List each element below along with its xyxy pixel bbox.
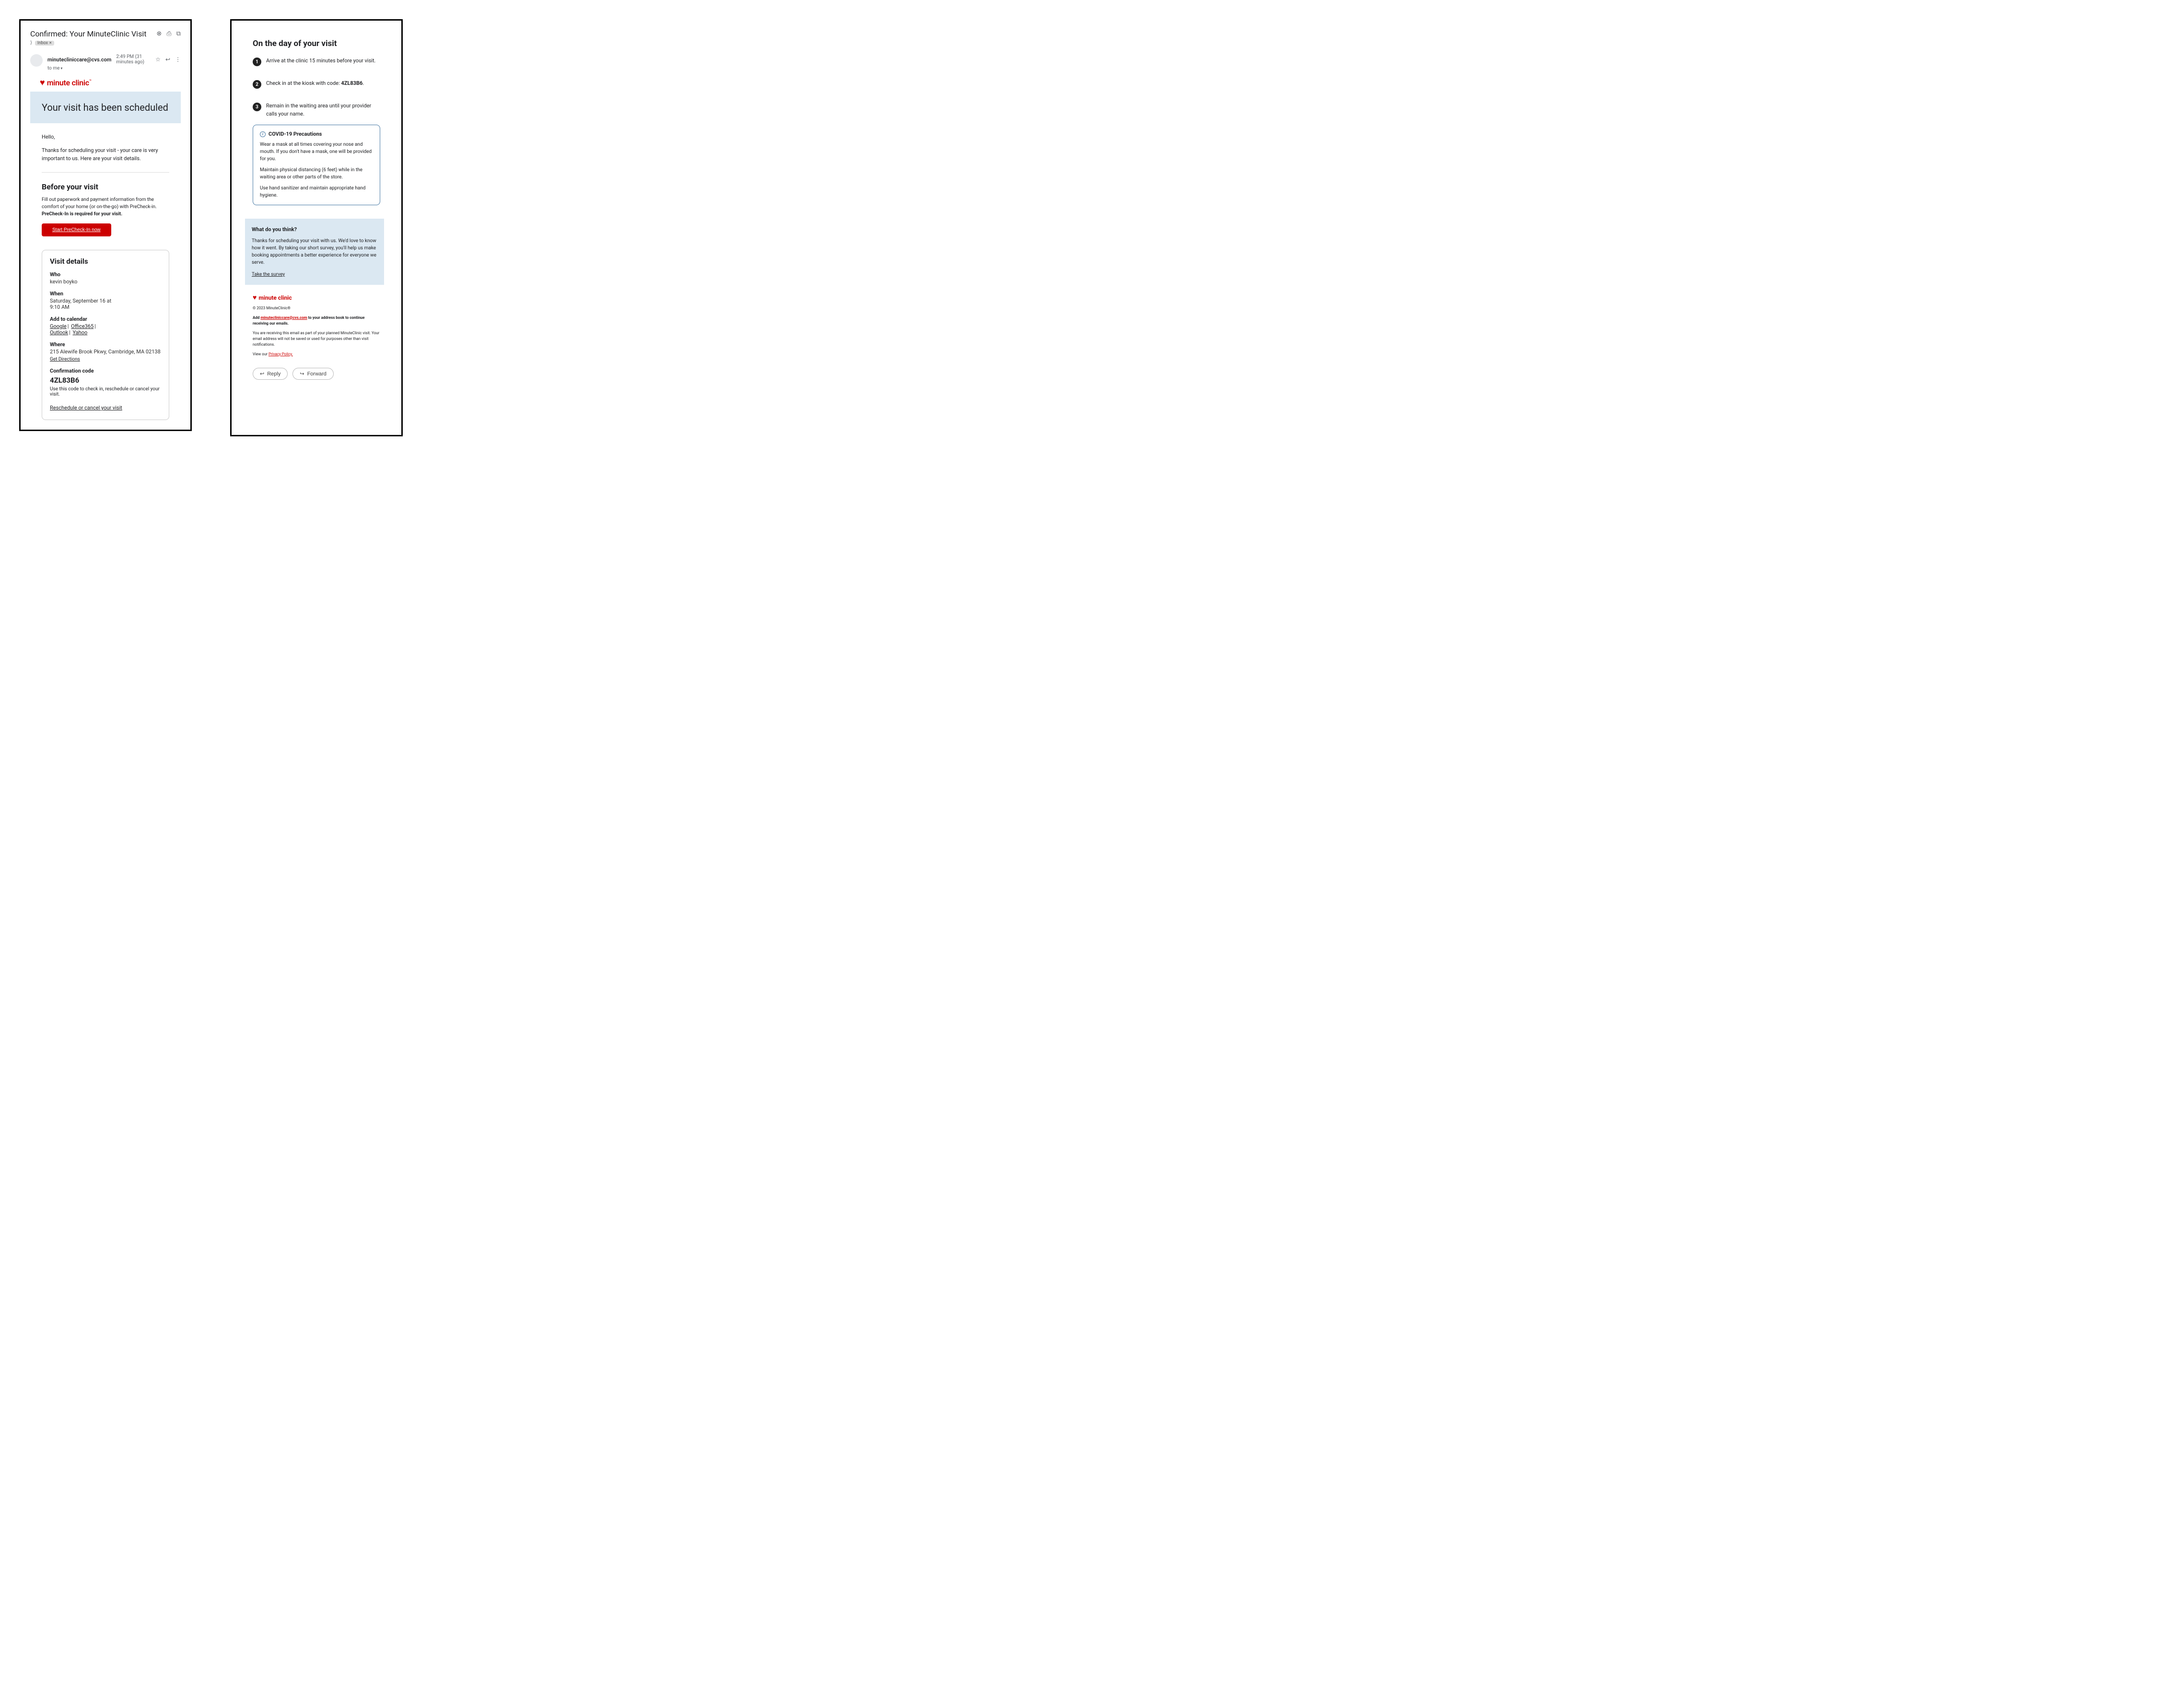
start-precheckin-button[interactable]: Start PreCheck-In now — [42, 223, 111, 236]
sender-email[interactable]: minutecliniccare@cvs.com — [47, 57, 111, 63]
privacy-policy-link[interactable]: Privacy Policy. — [269, 352, 293, 356]
where-label: Where — [50, 341, 161, 348]
more-icon[interactable]: ⋮ — [175, 56, 181, 63]
star-icon[interactable]: ☆ — [155, 56, 161, 63]
who-value: kevin boyko — [50, 279, 161, 285]
label-important-icon[interactable]: ⟩ — [30, 40, 32, 46]
divider — [42, 172, 169, 173]
two-panel-layout: Confirmed: Your MinuteClinic Visit ⊗ ⎙ ⧉… — [19, 19, 2165, 436]
footer-copyright: © 2023 MinuteClinic® — [253, 305, 380, 311]
footer-brand: ♥ minute clinic — [253, 293, 380, 302]
visit-details-card: Visit details Who kevin boyko When Satur… — [42, 250, 169, 420]
survey-box: What do you think? Thanks for scheduling… — [245, 219, 384, 285]
print-icon[interactable]: ⎙ — [166, 30, 171, 37]
reply-icon[interactable]: ↩ — [165, 56, 170, 63]
sender-avatar[interactable] — [30, 54, 43, 67]
step-2-text: Check in at the kiosk with code: 4ZL83B6… — [266, 80, 364, 88]
when-label: When — [50, 291, 161, 297]
open-new-window-icon[interactable]: ⧉ — [176, 30, 181, 37]
survey-body: Thanks for scheduling your visit with us… — [252, 237, 377, 266]
email-view-right: On the day of your visit 1 Arrive at the… — [230, 19, 403, 436]
step-3: 3 Remain in the waiting area until your … — [253, 102, 380, 118]
confirmation-code-value: 4ZL83B6 — [50, 376, 161, 385]
reschedule-cancel-link[interactable]: Reschedule or cancel your visit — [50, 405, 122, 411]
day-of-visit-heading: On the day of your visit — [253, 39, 380, 48]
survey-heading: What do you think? — [252, 226, 377, 233]
step-2: 2 Check in at the kiosk with code: 4ZL83… — [253, 80, 380, 89]
covid-title: i COVID-19 Precautions — [260, 131, 373, 137]
covid-p1: Wear a mask at all times covering your n… — [260, 141, 373, 163]
footer-brand-text: minute clinic — [258, 294, 292, 301]
header-action-icons: ⊗ ⎙ ⧉ — [156, 30, 181, 37]
calendar-yahoo-link[interactable]: Yahoo — [72, 329, 87, 336]
reply-arrow-icon: ↩ — [260, 371, 264, 377]
get-directions-link[interactable]: Get Directions — [50, 357, 80, 362]
who-label: Who — [50, 271, 161, 278]
visit-details-heading: Visit details — [50, 257, 161, 266]
covid-p3: Use hand sanitizer and maintain appropri… — [260, 185, 373, 199]
forward-button[interactable]: ↪Forward — [292, 368, 334, 380]
when-value: Saturday, September 16 at 9:10 AM — [50, 298, 161, 310]
email-timestamp: 2:49 PM (31 minutes ago) — [116, 54, 148, 65]
email-footer: ♥ minute clinic © 2023 MinuteClinic® Add… — [253, 293, 380, 357]
sender-meta: minutecliniccare@cvs.com 2:49 PM (31 min… — [47, 54, 181, 71]
calendar-google-link[interactable]: Google — [50, 323, 67, 329]
info-icon: i — [260, 131, 266, 137]
recipient-line[interactable]: to me — [47, 66, 181, 71]
email-subject: Confirmed: Your MinuteClinic Visit — [30, 29, 146, 38]
before-visit-heading: Before your visit — [42, 182, 169, 191]
before-visit-text: Fill out paperwork and payment informati… — [42, 196, 169, 218]
step-1: 1 Arrive at the clinic 15 minutes before… — [253, 57, 380, 66]
footer-sender-email-link[interactable]: minutecliniccare@cvs.com — [260, 316, 307, 320]
step-number-1: 1 — [253, 58, 261, 66]
calendar-office365-link[interactable]: Office365 — [71, 323, 93, 329]
subject-row: Confirmed: Your MinuteClinic Visit ⊗ ⎙ ⧉ — [30, 29, 181, 38]
heart-icon: ♥ — [40, 78, 45, 88]
confirmation-code-label: Confirmation code — [50, 368, 161, 374]
footer-addressbook: Add minutecliniccare@cvs.com to your add… — [253, 315, 380, 327]
covid-info-box: i COVID-19 Precautions Wear a mask at al… — [253, 125, 380, 205]
inbox-label-chip[interactable]: Inbox — [35, 41, 54, 46]
step-number-2: 2 — [253, 80, 261, 89]
take-survey-link[interactable]: Take the survey — [252, 272, 285, 277]
label-row: ⟩ Inbox — [30, 40, 181, 46]
brand-logo: ♥ minute clinic™ — [40, 78, 181, 88]
step-3-text: Remain in the waiting area until your pr… — [266, 102, 380, 118]
hero-title: Your visit has been scheduled — [42, 101, 169, 114]
step-number-3: 3 — [253, 103, 261, 111]
where-value: 215 Alewife Brook Pkwy, Cambridge, MA 02… — [50, 349, 161, 355]
footer-disclaimer: You are receiving this email as part of … — [253, 330, 380, 348]
add-to-calendar-label: Add to calendar — [50, 316, 161, 322]
forward-arrow-icon: ↪ — [300, 371, 304, 377]
greeting: Hello, — [42, 134, 169, 140]
confirmation-hint: Use this code to check in, reschedule or… — [50, 386, 161, 397]
step-1-text: Arrive at the clinic 15 minutes before y… — [266, 57, 375, 65]
calendar-outlook-link[interactable]: Outlook — [50, 329, 68, 336]
calendar-links: Google| Office365| Outlook| Yahoo — [50, 323, 161, 336]
heart-icon: ♥ — [253, 293, 257, 302]
footer-privacy: View our Privacy Policy. — [253, 351, 380, 357]
covid-p2: Maintain physical distancing (6 feet) wh… — [260, 166, 373, 181]
sender-row: minutecliniccare@cvs.com 2:49 PM (31 min… — [30, 54, 181, 71]
archive-icon[interactable]: ⊗ — [156, 30, 162, 37]
brand-text: minute clinic™ — [47, 78, 92, 87]
reply-button[interactable]: ↩Reply — [253, 368, 288, 380]
email-body: ♥ minute clinic™ Your visit has been sch… — [30, 78, 181, 420]
reply-forward-row: ↩Reply ↪Forward — [253, 368, 380, 380]
email-view-left: Confirmed: Your MinuteClinic Visit ⊗ ⎙ ⧉… — [19, 19, 192, 431]
intro-paragraph: Thanks for scheduling your visit - your … — [42, 147, 169, 163]
hero-banner: Your visit has been scheduled — [30, 92, 181, 123]
